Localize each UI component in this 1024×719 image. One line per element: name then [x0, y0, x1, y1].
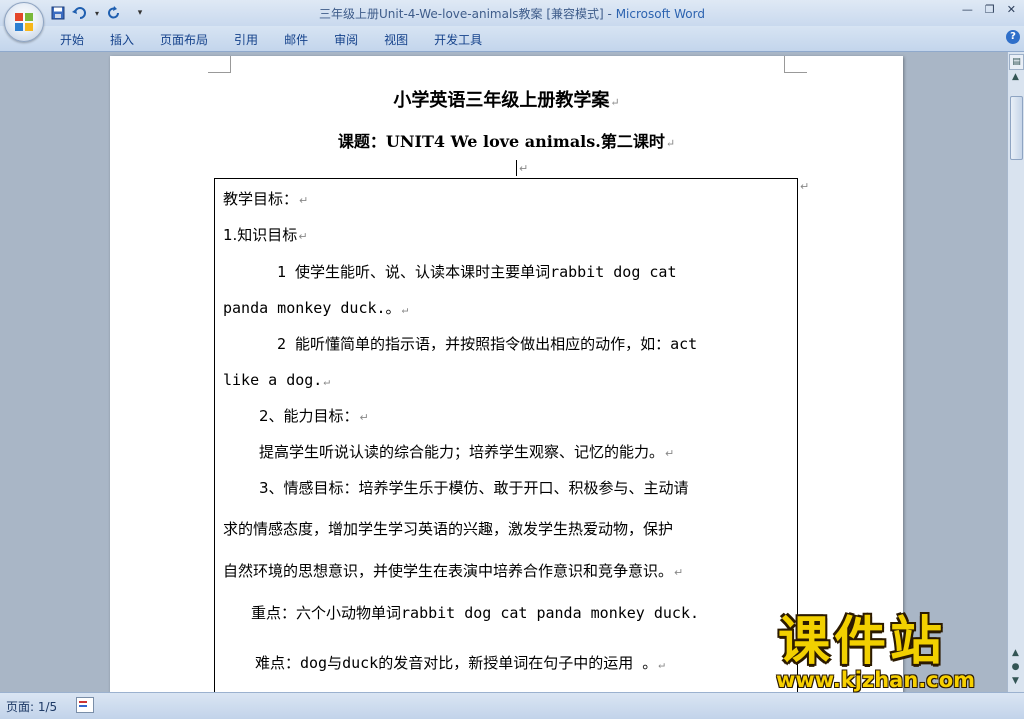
- text-cursor: [516, 160, 517, 176]
- scroll-thumb[interactable]: [1010, 96, 1023, 160]
- vertical-scrollbar[interactable]: ▤ ▲ ▲ ● ▼: [1007, 52, 1024, 692]
- line-knowledge-2: 2 能听懂简单的指示语，并按照指令做出相应的动作，如：act: [277, 335, 698, 353]
- cell-end-mark: ↵: [800, 180, 810, 193]
- line-knowledge-1-cont: panda monkey duck.。↵: [223, 299, 409, 317]
- scroll-up-icon[interactable]: ▲: [1009, 72, 1022, 86]
- watermark-title: 课件站: [778, 612, 947, 672]
- line-knowledge-1: 1 使学生能听、说、认读本课时主要单词rabbit dog cat: [277, 263, 677, 281]
- tab-page-layout[interactable]: 页面布局: [160, 31, 221, 48]
- app-name: Microsoft Word: [615, 7, 705, 21]
- line-key-points: 重点：六个小动物单词rabbit dog cat panda monkey du…: [251, 604, 700, 622]
- close-icon[interactable]: ✕: [1007, 3, 1016, 16]
- document-page[interactable]: 小学英语三年级上册教学案↵ 课题：UNIT4 We love animals.第…: [110, 56, 903, 692]
- line-knowledge-2-cont: like a dog.↵: [223, 371, 330, 389]
- status-bar: 页面: 1/5: [0, 692, 1024, 719]
- document-name: 三年级上册Unit-4-We-love-animals教案 [兼容模式]: [319, 7, 604, 21]
- tab-home[interactable]: 开始: [60, 31, 97, 48]
- tab-review[interactable]: 审阅: [334, 31, 371, 48]
- window-controls: — ❐ ✕: [962, 3, 1016, 16]
- paragraph-mark: ↵: [519, 162, 529, 175]
- tab-developer[interactable]: 开发工具: [434, 31, 495, 48]
- restore-icon[interactable]: ❐: [985, 3, 995, 16]
- content-table-cell[interactable]: 教学目标：↵ 1.知识目标↵ 1 使学生能听、说、认读本课时主要单词rabbit…: [214, 178, 798, 692]
- line-ability-detail: 提高学生听说认读的综合能力；培养学生观察、记忆的能力。↵: [259, 443, 675, 461]
- ribbon: 开始 插入 页面布局 引用 邮件 审阅 视图 开发工具 ?: [0, 26, 1024, 52]
- office-logo-icon: [15, 13, 33, 31]
- page-indicator[interactable]: 页面: 1/5: [6, 698, 57, 715]
- line-difficult-points: 难点：dog与duck的发音对比，新授单词在句子中的运用 。↵: [255, 654, 665, 672]
- line-emotion-goal: 3、情感目标：培养学生乐于模仿、敢于开口、积极参与、主动请: [259, 479, 689, 497]
- minimize-icon[interactable]: —: [962, 3, 973, 16]
- line-emotion-cont-2: 自然环境的思想意识，并使学生在表演中培养合作意识和竞争意识。↵: [223, 562, 684, 580]
- tab-insert[interactable]: 插入: [110, 31, 147, 48]
- ruler-toggle-icon[interactable]: ▤: [1009, 54, 1024, 70]
- office-button[interactable]: [4, 2, 44, 42]
- document-workspace[interactable]: 小学英语三年级上册教学案↵ 课题：UNIT4 We love animals.第…: [0, 52, 1008, 692]
- tab-references[interactable]: 引用: [234, 31, 271, 48]
- ribbon-tabs: 开始 插入 页面布局 引用 邮件 审阅 视图 开发工具: [60, 31, 508, 48]
- document-title: 小学英语三年级上册教学案↵: [393, 90, 620, 111]
- title-bar: ▾ ▾ 三年级上册Unit-4-We-love-animals教案 [兼容模式]…: [0, 0, 1024, 26]
- document-subtitle: 课题：UNIT4 We love animals.第二课时↵: [337, 132, 676, 151]
- line-ability-goal: 2、能力目标：↵: [259, 407, 369, 425]
- window-title: 三年级上册Unit-4-We-love-animals教案 [兼容模式] - M…: [0, 5, 1024, 22]
- crop-mark-top-left: [208, 56, 231, 73]
- tab-view[interactable]: 视图: [384, 31, 421, 48]
- proofing-icon[interactable]: [76, 697, 94, 713]
- line-emotion-cont-1: 求的情感态度，增加学生学习英语的兴趣，激发学生热爱动物，保护: [223, 520, 674, 538]
- line-objectives: 教学目标：↵: [223, 190, 309, 208]
- title-separator: -: [603, 7, 616, 21]
- tab-mailings[interactable]: 邮件: [284, 31, 321, 48]
- line-knowledge-goal: 1.知识目标↵: [223, 226, 308, 244]
- crop-mark-top-right: [784, 56, 807, 73]
- watermark: 课件站 www.kjzhan.com: [772, 612, 1012, 692]
- help-icon[interactable]: ?: [1006, 30, 1020, 44]
- watermark-url: www.kjzhan.com: [776, 668, 976, 692]
